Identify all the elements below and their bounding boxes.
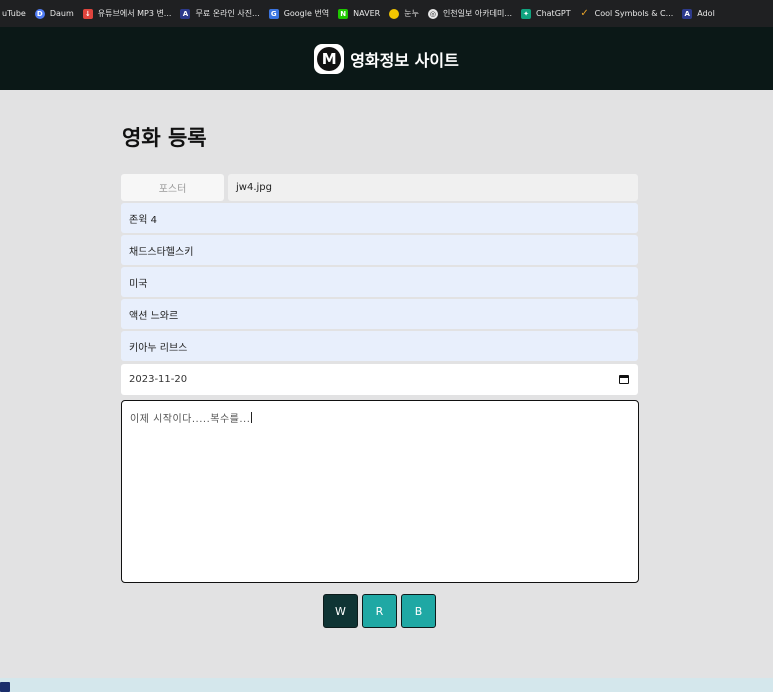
calendar-icon[interactable] xyxy=(619,375,629,384)
site-logo[interactable]: M xyxy=(314,43,345,74)
download-icon: ↓ xyxy=(82,8,93,19)
bookmark-naver[interactable]: N NAVER xyxy=(334,0,385,27)
text-caret xyxy=(251,412,253,423)
adobe-icon: A xyxy=(682,8,693,19)
poster-file-button[interactable]: 포스터 xyxy=(121,174,224,201)
actor-input[interactable]: 키아누 리브스 xyxy=(121,331,638,361)
bookmark-academy-label: 인천일보 아카데미... xyxy=(442,9,512,18)
globe-icon: ◎ xyxy=(427,8,438,19)
naver-icon: N xyxy=(338,8,349,19)
taskbar-app-icon[interactable] xyxy=(0,682,10,692)
bookmark-photo-label: 무료 온라인 사진... xyxy=(195,9,260,18)
bookmark-mp3-label: 유튜브에서 MP3 변... xyxy=(97,9,172,18)
logo-m-icon: M xyxy=(317,46,342,71)
bookmark-google-translate[interactable]: G Google 번역 xyxy=(265,0,334,27)
bookmark-daum[interactable]: D Daum xyxy=(31,0,79,27)
back-button[interactable]: B xyxy=(401,594,436,628)
description-textarea[interactable]: 이제 시작이다.....복수를... xyxy=(121,400,639,583)
bookmark-chatgpt-label: ChatGPT xyxy=(536,9,571,18)
taskbar-strip xyxy=(0,678,773,692)
bookmark-cool-symbols-label: Cool Symbols & C... xyxy=(594,9,674,18)
bookmark-chatgpt[interactable]: ✦ ChatGPT xyxy=(517,0,576,27)
bookmark-youtube-label: uTube xyxy=(2,9,26,18)
genre-input[interactable]: 액션 느와르 xyxy=(121,299,638,329)
site-title[interactable]: 영화정보 사이트 xyxy=(350,47,459,71)
description-text: 이제 시작이다.....복수를... xyxy=(130,414,251,425)
bookmark-photo[interactable]: A 무료 온라인 사진... xyxy=(176,0,264,27)
translate-icon: G xyxy=(268,8,279,19)
bookmark-translate-label: Google 번역 xyxy=(283,9,330,18)
release-date-input[interactable]: 2023-11-20 xyxy=(121,364,638,395)
check-icon: ✓ xyxy=(580,8,589,19)
movie-title-input[interactable]: 존윅 4 xyxy=(121,203,638,233)
page-title: 영화 등록 xyxy=(122,126,207,150)
poster-file-input[interactable]: 포스터 jw4.jpg xyxy=(121,174,638,201)
release-date-value: 2023-11-20 xyxy=(129,374,188,385)
bookmark-mp3[interactable]: ↓ 유튜브에서 MP3 변... xyxy=(79,0,177,27)
bookmark-cool-symbols[interactable]: ✓ Cool Symbols & C... xyxy=(576,0,679,27)
poster-file-name: jw4.jpg xyxy=(228,174,638,201)
reset-button[interactable]: R xyxy=(362,594,397,628)
bookmark-adobe[interactable]: A Adol xyxy=(678,0,720,27)
write-button[interactable]: W xyxy=(323,594,358,628)
bookmark-noonnu[interactable]: 눈누 xyxy=(385,0,424,27)
chatgpt-icon: ✦ xyxy=(521,8,531,19)
adobe-icon: A xyxy=(180,8,191,19)
bookmarks-bar: uTube D Daum ↓ 유튜브에서 MP3 변... A 무료 온라인 사… xyxy=(0,0,773,27)
daum-icon: D xyxy=(34,8,45,19)
country-input[interactable]: 미국 xyxy=(121,267,638,297)
noonnu-icon xyxy=(389,8,400,19)
bookmark-adobe-label: Adol xyxy=(697,9,715,18)
bookmark-youtube[interactable]: uTube xyxy=(0,0,31,27)
bookmark-noonnu-label: 눈누 xyxy=(404,9,419,18)
director-input[interactable]: 채드스타헬스키 xyxy=(121,235,638,265)
bookmark-academy[interactable]: ◎ 인천일보 아카데미... xyxy=(424,0,517,27)
site-header: M 영화정보 사이트 xyxy=(0,27,773,90)
bookmark-daum-label: Daum xyxy=(49,9,74,18)
bookmark-naver-label: NAVER xyxy=(353,9,381,18)
